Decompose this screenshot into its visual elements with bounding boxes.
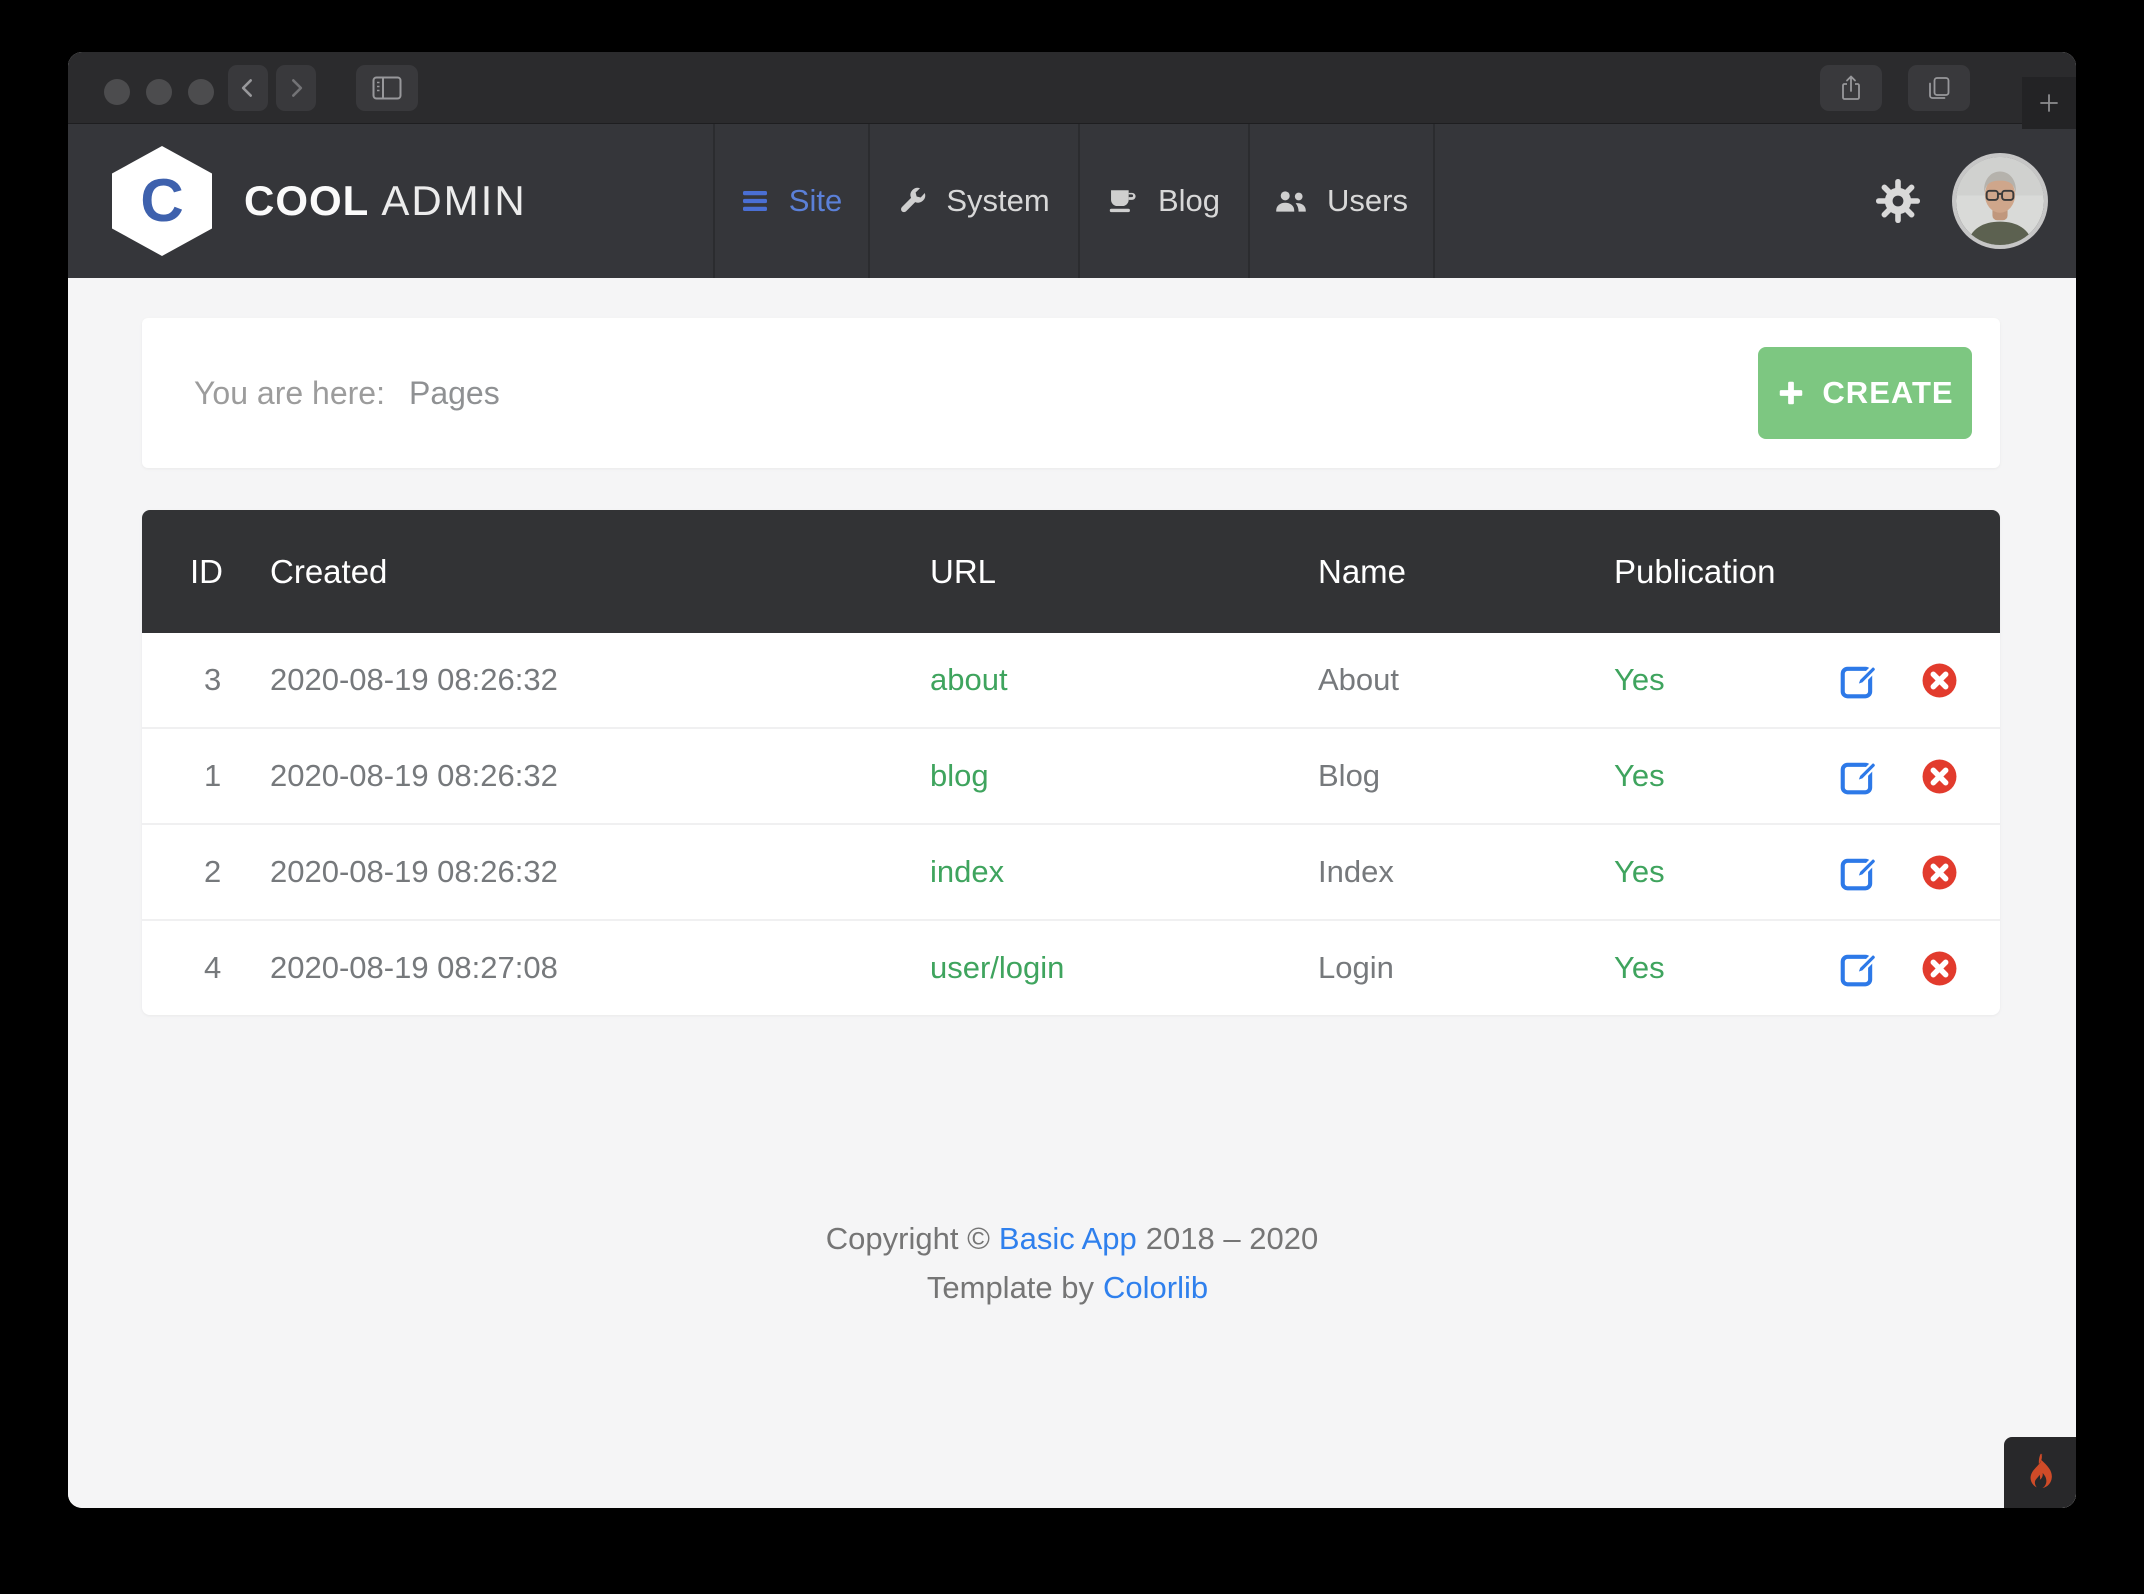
- breadcrumb-current: Pages: [408, 374, 500, 411]
- template-line: Template by Colorlib: [68, 1263, 2076, 1312]
- cell-created: 2020-08-19 08:26:32: [270, 854, 558, 889]
- cell-publication: Yes: [1614, 662, 1665, 697]
- page-url-link[interactable]: user/login: [930, 950, 1064, 985]
- plus-icon: [1776, 378, 1806, 408]
- column-header-id: ID: [190, 552, 223, 590]
- flame-icon: [2023, 1452, 2057, 1494]
- users-icon: [1273, 186, 1309, 216]
- menu-bars-icon: [739, 185, 771, 217]
- table-row: 2 2020-08-19 08:26:32 index Index Yes: [142, 823, 2000, 919]
- codeigniter-flame-badge[interactable]: [2004, 1437, 2076, 1508]
- plus-icon: [2037, 91, 2061, 115]
- edit-row-button[interactable]: [1840, 950, 1877, 987]
- delete-x-icon[interactable]: [1921, 854, 1958, 891]
- delete-x-icon[interactable]: [1921, 758, 1958, 795]
- pages-table: ID Created URL Name Publication 3 2020-0…: [142, 510, 2000, 1015]
- delete-x-icon[interactable]: [1921, 950, 1958, 987]
- share-icon: [1839, 74, 1863, 102]
- table-row: 4 2020-08-19 08:27:08 user/login Login Y…: [142, 919, 2000, 1015]
- tab-overview-button[interactable]: [1908, 65, 1970, 111]
- nav-item-system[interactable]: System: [868, 124, 1078, 278]
- cell-created: 2020-08-19 08:26:32: [270, 662, 558, 697]
- brand-logo[interactable]: C COOL ADMIN: [112, 124, 527, 278]
- nav-item-label: Users: [1327, 183, 1408, 218]
- nav-item-site[interactable]: Site: [713, 124, 868, 278]
- nav-item-label: System: [946, 183, 1050, 218]
- cell-id: 2: [204, 854, 222, 889]
- cell-created: 2020-08-19 08:27:08: [270, 950, 558, 985]
- coffee-cup-icon: [1106, 185, 1140, 217]
- delete-x-icon[interactable]: [1921, 662, 1958, 699]
- app-window: C COOL ADMIN Site System Blog Users You …: [68, 52, 2076, 1508]
- column-header-url: URL: [930, 552, 997, 590]
- forward-button[interactable]: [276, 65, 316, 111]
- page-content: You are here: Pages CREATE ID Created UR…: [68, 278, 2076, 1508]
- edit-row-button[interactable]: [1840, 662, 1877, 699]
- window-zoom-button[interactable]: [188, 79, 214, 105]
- window-minimize-button[interactable]: [146, 79, 172, 105]
- brand-hexagon-icon: C: [112, 146, 212, 256]
- cell-id: 4: [204, 950, 222, 985]
- breadcrumb-label: You are here:: [194, 374, 385, 411]
- copy-tabs-icon: [1926, 75, 1952, 101]
- brand-initial: C: [140, 167, 184, 234]
- basic-app-link[interactable]: Basic App: [999, 1221, 1137, 1256]
- cell-name: Index: [1318, 854, 1394, 889]
- new-tab-button[interactable]: [2022, 77, 2076, 129]
- page-url-link[interactable]: index: [930, 854, 1004, 889]
- wrench-icon: [896, 185, 928, 217]
- share-button[interactable]: [1820, 65, 1882, 111]
- column-header-publication: Publication: [1614, 552, 1776, 590]
- table-header-row: ID Created URL Name Publication: [142, 510, 2000, 633]
- page-url-link[interactable]: blog: [930, 758, 989, 793]
- cell-publication: Yes: [1614, 854, 1665, 889]
- nav-item-label: Blog: [1157, 183, 1221, 218]
- edit-row-button[interactable]: [1840, 854, 1877, 891]
- sidebar-toggle-button[interactable]: [356, 65, 418, 111]
- screen: C COOL ADMIN Site System Blog Users You …: [0, 0, 2144, 1594]
- column-header-name: Name: [1318, 552, 1407, 590]
- window-close-button[interactable]: [104, 79, 130, 105]
- cell-name: About: [1318, 662, 1400, 697]
- cell-name: Login: [1318, 950, 1394, 985]
- copyright-text: Copyright ©: [825, 1221, 990, 1256]
- sidebar-toggle-icon: [372, 75, 402, 101]
- settings-gear-icon[interactable]: [1874, 177, 1922, 225]
- cell-created: 2020-08-19 08:26:32: [270, 758, 558, 793]
- nav-item-blog[interactable]: Blog: [1078, 124, 1248, 278]
- chevron-right-icon: [283, 75, 309, 101]
- copyright-years: 2018 – 2020: [1145, 1221, 1319, 1256]
- table-row: 1 2020-08-19 08:26:32 blog Blog Yes: [142, 727, 2000, 823]
- create-button[interactable]: CREATE: [1758, 347, 1972, 439]
- brand-name: COOL ADMIN: [244, 177, 527, 224]
- cell-publication: Yes: [1614, 950, 1665, 985]
- colorlib-link[interactable]: Colorlib: [1103, 1270, 1208, 1305]
- cell-publication: Yes: [1614, 758, 1665, 793]
- cell-id: 3: [204, 662, 222, 697]
- nav-divider: [1433, 124, 1435, 278]
- user-avatar[interactable]: [1956, 157, 2044, 245]
- pages-table-body: 3 2020-08-19 08:26:32 about About Yes 1 …: [142, 633, 2000, 1015]
- create-button-label: CREATE: [1822, 375, 1954, 410]
- app-navbar: C COOL ADMIN Site System Blog Users: [68, 124, 2076, 278]
- window-titlebar: [68, 52, 2076, 124]
- page-footer: Copyright © Basic App 2018 – 2020 Template…: [68, 1214, 2076, 1312]
- copyright-line: Copyright © Basic App 2018 – 2020: [68, 1214, 2076, 1263]
- table-row: 3 2020-08-19 08:26:32 about About Yes: [142, 633, 2000, 727]
- edit-row-button[interactable]: [1840, 758, 1877, 795]
- back-button[interactable]: [228, 65, 268, 111]
- cell-id: 1: [204, 758, 222, 793]
- nav-item-label: Site: [788, 183, 843, 218]
- breadcrumb-card: You are here: Pages CREATE: [142, 318, 2000, 468]
- nav-item-users[interactable]: Users: [1248, 124, 1433, 278]
- chevron-left-icon: [235, 75, 261, 101]
- column-header-created: Created: [270, 552, 388, 590]
- cell-name: Blog: [1318, 758, 1381, 793]
- page-url-link[interactable]: about: [930, 662, 1008, 697]
- template-by-text: Template by: [926, 1270, 1095, 1305]
